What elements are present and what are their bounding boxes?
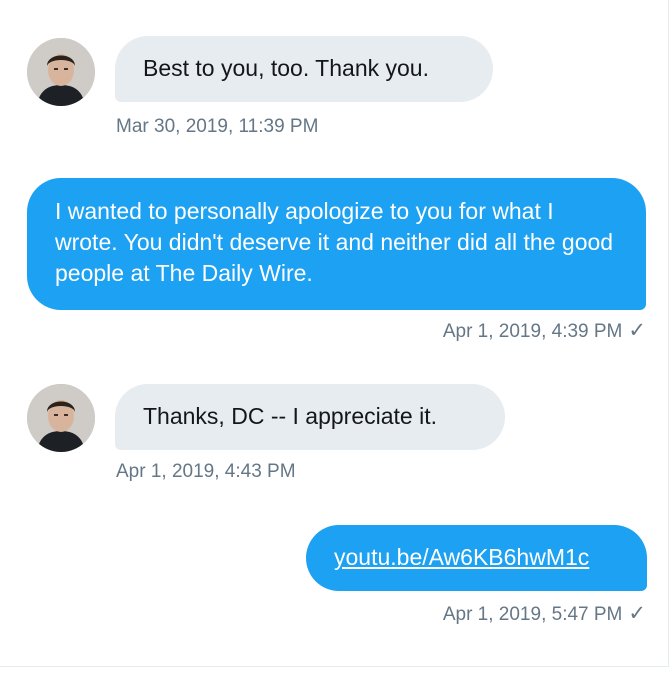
user-avatar-photo-icon [27, 38, 95, 106]
avatar[interactable] [27, 38, 95, 106]
message-text: Best to you, too. Thank you. [143, 55, 429, 81]
message-bubble-incoming[interactable]: Thanks, DC -- I appreciate it. [115, 384, 505, 450]
message-text: Thanks, DC -- I appreciate it. [143, 403, 437, 429]
message-text: I wanted to personally apologize to you … [55, 198, 614, 286]
message-bubble-outgoing[interactable]: I wanted to personally apologize to you … [27, 178, 646, 310]
message-link[interactable]: youtu.be/Aw6KB6hwM1c [334, 544, 589, 570]
user-avatar-photo-icon [27, 384, 95, 452]
avatar[interactable] [27, 384, 95, 452]
message-timestamp: Apr 1, 2019, 5:47 PM ✓ [442, 602, 646, 625]
dm-conversation: Best to you, too. Thank you. Mar 30, 201… [0, 0, 669, 667]
message-timestamp: Apr 1, 2019, 4:39 PM ✓ [442, 319, 646, 342]
message-timestamp: Mar 30, 2019, 11:39 PM [116, 116, 319, 137]
message-bubble-incoming[interactable]: Best to you, too. Thank you. [115, 36, 493, 102]
checkmark-icon: ✓ [628, 602, 646, 625]
message-timestamp: Apr 1, 2019, 4:43 PM [116, 461, 296, 482]
checkmark-icon: ✓ [628, 319, 646, 342]
message-bubble-outgoing[interactable]: youtu.be/Aw6KB6hwM1c [306, 525, 647, 591]
